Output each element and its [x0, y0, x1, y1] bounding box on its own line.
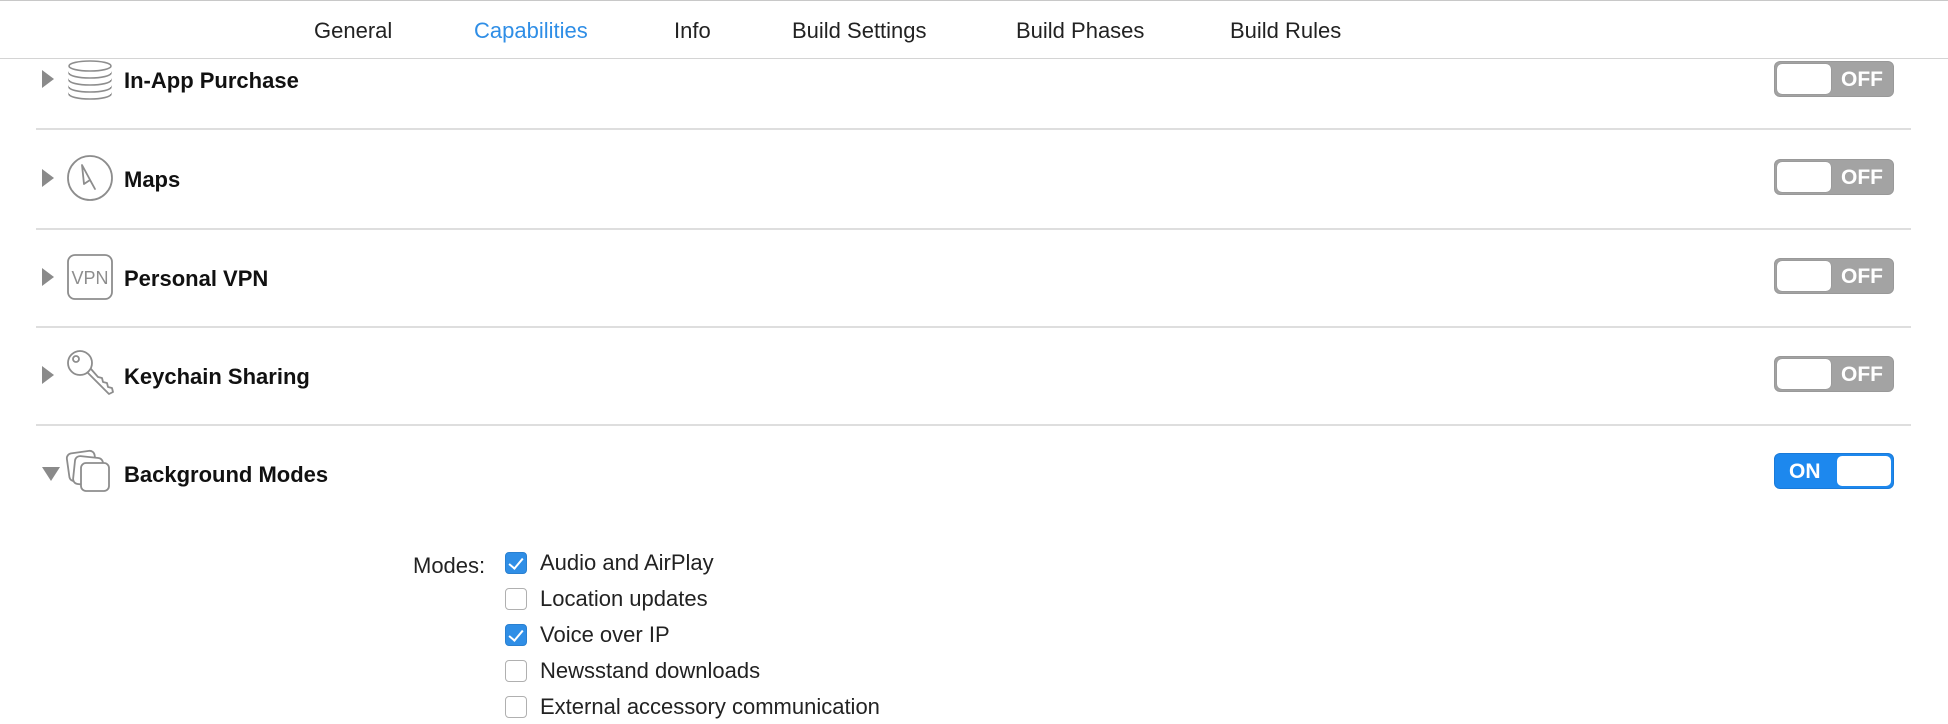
- toggle-knob: [1777, 64, 1831, 94]
- capability-title: Keychain Sharing: [124, 364, 310, 389]
- capability-row-background-modes: Background Modes ON: [36, 424, 1911, 720]
- checkbox[interactable]: [505, 624, 527, 646]
- capability-toggle[interactable]: ON: [1774, 453, 1894, 489]
- checkbox[interactable]: [505, 552, 527, 574]
- vpn-icon: VPN: [67, 254, 113, 300]
- disclosure-triangle-icon[interactable]: [42, 467, 60, 481]
- capability-toggle[interactable]: OFF: [1774, 61, 1894, 97]
- checkbox[interactable]: [505, 660, 527, 682]
- vpn-icon-text: VPN: [71, 268, 108, 288]
- capability-row-keychain-sharing: Keychain Sharing OFF: [36, 326, 1911, 426]
- toggle-label: OFF: [1841, 166, 1883, 189]
- mode-option-label: Audio and AirPlay: [540, 550, 714, 575]
- disclosure-triangle-icon[interactable]: [42, 70, 54, 88]
- mode-option-label: Voice over IP: [540, 622, 670, 647]
- checkbox[interactable]: [505, 588, 527, 610]
- toggle-knob: [1777, 261, 1831, 291]
- checkbox[interactable]: [505, 696, 527, 718]
- disclosure-triangle-icon[interactable]: [42, 366, 54, 384]
- capability-row-maps: Maps OFF: [36, 130, 1911, 230]
- compass-icon: [67, 155, 113, 201]
- toggle-label: ON: [1789, 460, 1821, 483]
- mode-option-label: Location updates: [540, 586, 708, 611]
- capability-row-in-app-purchase: In-App Purchase OFF: [36, 30, 1911, 130]
- toggle-knob: [1777, 359, 1831, 389]
- capability-title: Maps: [124, 167, 181, 192]
- capability-row-personal-vpn: VPN Personal VPN OFF: [36, 228, 1911, 328]
- capability-toggle[interactable]: OFF: [1774, 258, 1894, 294]
- key-icon: [67, 350, 114, 395]
- toggle-knob: [1837, 456, 1891, 486]
- capability-toggle[interactable]: OFF: [1774, 356, 1894, 392]
- capability-toggle[interactable]: OFF: [1774, 159, 1894, 195]
- stacked-cards-icon: [65, 449, 110, 492]
- modes-label: Modes:: [413, 553, 486, 578]
- mode-option-label: External accessory communication: [540, 694, 880, 719]
- toggle-label: OFF: [1841, 265, 1883, 288]
- capability-title: Background Modes: [124, 462, 329, 487]
- toggle-label: OFF: [1841, 68, 1883, 91]
- mode-option-label: Newsstand downloads: [540, 658, 761, 683]
- disclosure-triangle-icon[interactable]: [42, 268, 54, 286]
- toggle-label: OFF: [1841, 363, 1883, 386]
- disclosure-triangle-icon[interactable]: [42, 169, 54, 187]
- coins-icon: [68, 60, 112, 100]
- capability-title: In-App Purchase: [124, 68, 299, 93]
- toggle-knob: [1777, 162, 1831, 192]
- capability-title: Personal VPN: [124, 266, 269, 291]
